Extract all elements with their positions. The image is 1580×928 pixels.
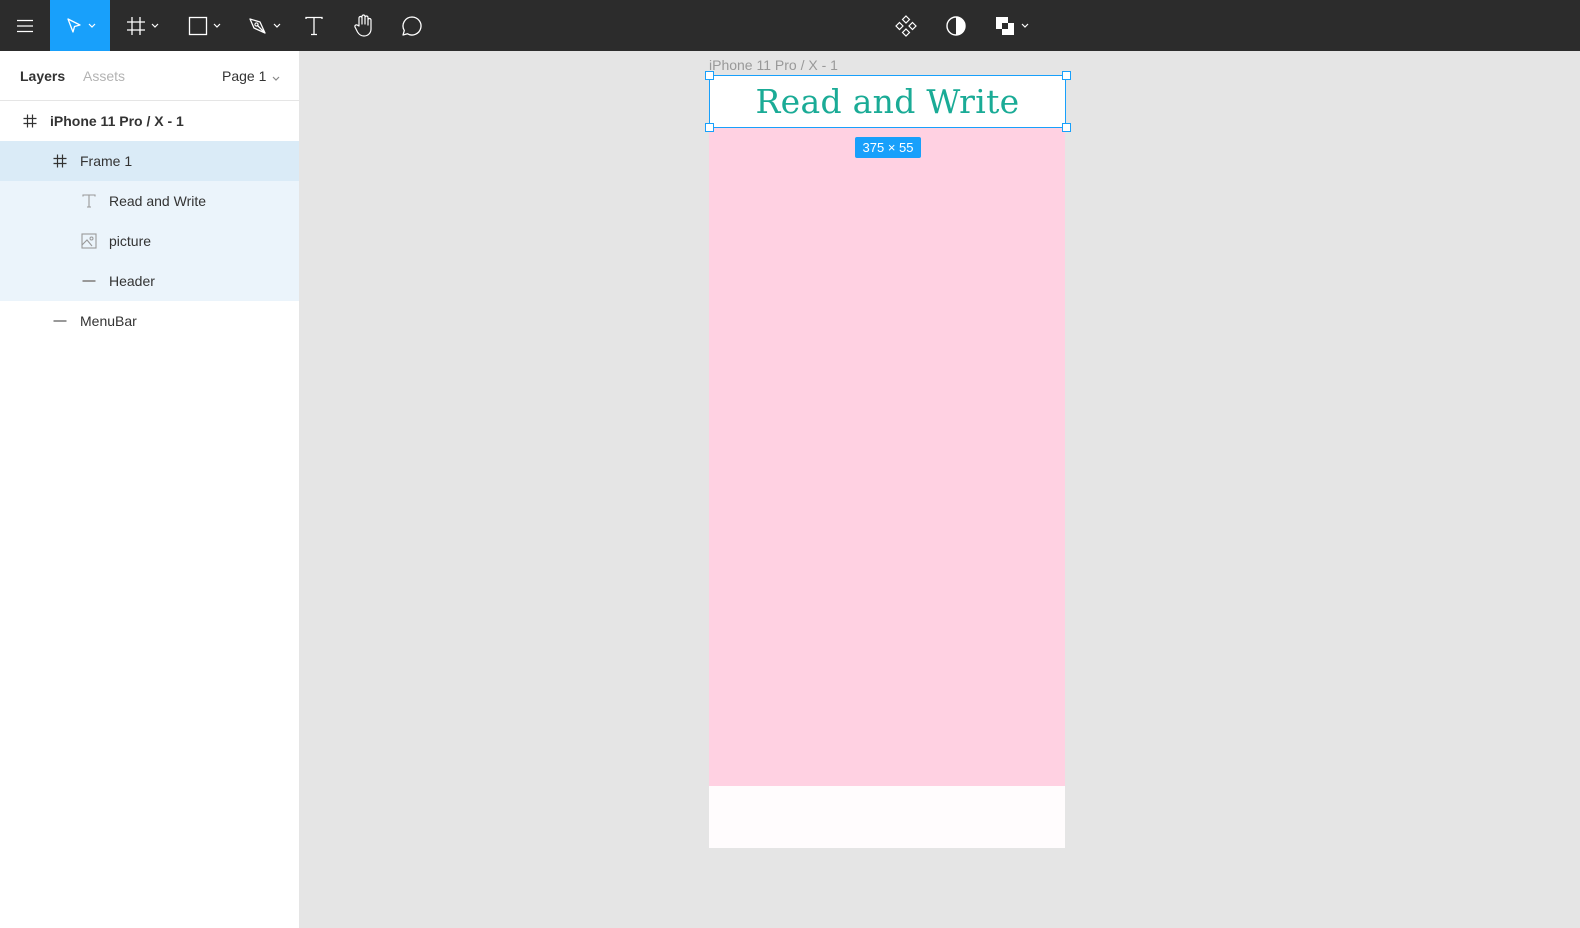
move-tool-button[interactable] bbox=[50, 0, 110, 51]
tab-layers[interactable]: Layers bbox=[20, 68, 65, 84]
frame-title[interactable]: iPhone 11 Pro / X - 1 bbox=[709, 57, 838, 73]
boolean-operations-button[interactable] bbox=[986, 0, 1036, 51]
page-selector[interactable]: Page 1 bbox=[222, 68, 280, 84]
mask-button[interactable] bbox=[936, 0, 976, 51]
resize-handle-top-left[interactable] bbox=[705, 71, 714, 80]
hand-tool-button[interactable] bbox=[344, 0, 384, 51]
chevron-down-icon bbox=[272, 68, 280, 84]
mask-icon bbox=[945, 15, 967, 37]
text-icon bbox=[81, 193, 97, 209]
layer-header[interactable]: Header bbox=[0, 261, 299, 301]
rectangle-icon bbox=[188, 16, 208, 36]
panel-tabs: Layers Assets Page 1 bbox=[0, 51, 299, 101]
layer-picture[interactable]: picture bbox=[0, 221, 299, 261]
rectangle-line-icon bbox=[52, 313, 68, 329]
layer-tree: iPhone 11 Pro / X - 1 Frame 1 Read and W… bbox=[0, 101, 299, 341]
image-icon bbox=[81, 233, 97, 249]
boolean-icon bbox=[994, 15, 1016, 37]
frame-icon bbox=[52, 153, 68, 169]
selection-size-badge: 375 × 55 bbox=[855, 137, 921, 158]
tab-assets[interactable]: Assets bbox=[83, 68, 125, 84]
hand-icon bbox=[353, 13, 375, 38]
layers-panel: Layers Assets Page 1 iPhone 11 Pro / X -… bbox=[0, 51, 300, 928]
toolbar bbox=[0, 0, 1580, 51]
chevron-down-icon bbox=[151, 23, 159, 28]
header-title: Read and Write bbox=[755, 82, 1020, 121]
layer-iphone-frame[interactable]: iPhone 11 Pro / X - 1 bbox=[0, 101, 299, 141]
layer-label: Read and Write bbox=[109, 193, 207, 209]
resize-handle-top-right[interactable] bbox=[1062, 71, 1071, 80]
layer-menubar[interactable]: MenuBar bbox=[0, 301, 299, 341]
chevron-down-icon bbox=[213, 23, 221, 28]
move-icon bbox=[65, 17, 83, 35]
rectangle-line-icon bbox=[81, 273, 97, 289]
frame-icon bbox=[126, 16, 146, 36]
chevron-down-icon bbox=[273, 23, 281, 28]
comment-icon bbox=[401, 15, 423, 37]
layer-label: picture bbox=[109, 233, 152, 249]
create-component-button[interactable] bbox=[886, 0, 926, 51]
text-tool-button[interactable] bbox=[296, 0, 332, 51]
page-selector-label: Page 1 bbox=[222, 68, 267, 84]
resize-handle-bottom-left[interactable] bbox=[705, 123, 714, 132]
component-icon bbox=[895, 14, 917, 37]
layer-label: Frame 1 bbox=[80, 153, 133, 169]
pen-tool-button[interactable] bbox=[236, 0, 292, 51]
phone-frame-body[interactable] bbox=[709, 128, 1065, 786]
chevron-down-icon bbox=[88, 23, 96, 28]
shape-tool-button[interactable] bbox=[176, 0, 232, 51]
frame-icon bbox=[22, 113, 38, 129]
layer-label: Header bbox=[109, 273, 155, 289]
layer-frame-1[interactable]: Frame 1 bbox=[0, 141, 299, 181]
layer-label: MenuBar bbox=[80, 313, 137, 329]
menu-icon bbox=[16, 19, 34, 33]
chevron-down-icon bbox=[1021, 23, 1029, 28]
main-menu-button[interactable] bbox=[0, 0, 50, 51]
resize-handle-bottom-right[interactable] bbox=[1062, 123, 1071, 132]
selected-header-frame[interactable]: Read and Write bbox=[709, 75, 1066, 128]
frame-tool-button[interactable] bbox=[115, 0, 170, 51]
pen-icon bbox=[248, 16, 268, 36]
text-icon bbox=[305, 16, 323, 36]
menubar-rect[interactable] bbox=[709, 786, 1065, 848]
comment-tool-button[interactable] bbox=[392, 0, 432, 51]
layer-label: iPhone 11 Pro / X - 1 bbox=[50, 113, 184, 129]
layer-read-and-write[interactable]: Read and Write bbox=[0, 181, 299, 221]
